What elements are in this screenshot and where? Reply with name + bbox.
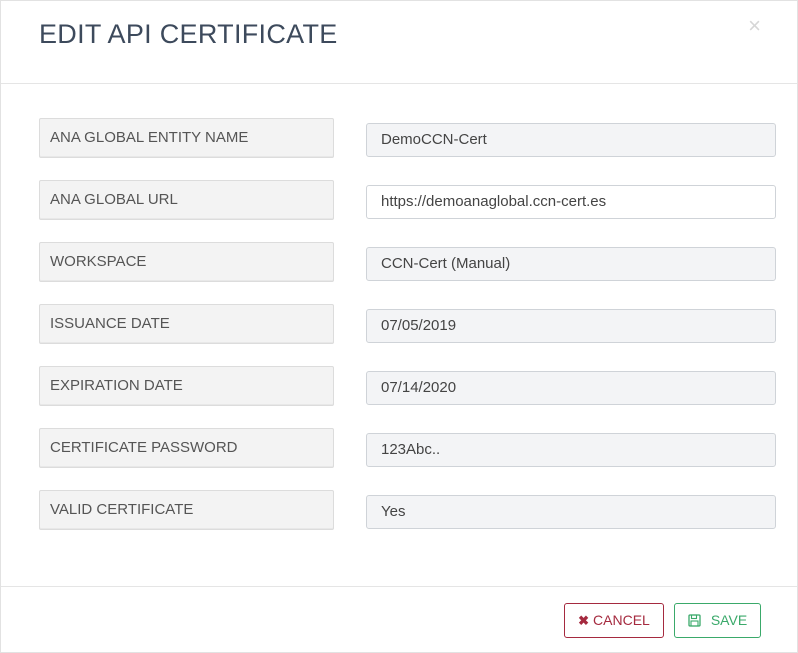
form-row-workspace: WORKSPACE CCN-Cert (Manual) <box>39 242 776 282</box>
valid-certificate-field: Yes <box>366 495 776 529</box>
edit-certificate-modal: EDIT API CERTIFICATE × ANA GLOBAL ENTITY… <box>0 0 798 653</box>
issuance-date-label: ISSUANCE DATE <box>39 304 334 344</box>
form-row-valid-certificate: VALID CERTIFICATE Yes <box>39 490 776 530</box>
expiration-date-label: EXPIRATION DATE <box>39 366 334 406</box>
url-input[interactable]: https://demoanaglobal.ccn-cert.es <box>366 185 776 219</box>
form-row-issuance-date: ISSUANCE DATE 07/05/2019 <box>39 304 776 344</box>
modal-footer: ✖ CANCEL SAVE <box>1 586 797 653</box>
save-button-label: SAVE <box>710 612 748 628</box>
modal-title: EDIT API CERTIFICATE <box>39 19 338 49</box>
form-row-expiration-date: EXPIRATION DATE 07/14/2020 <box>39 366 776 406</box>
form-row-url: ANA GLOBAL URL https://demoanaglobal.ccn… <box>39 180 776 220</box>
close-icon[interactable]: × <box>748 15 761 37</box>
cancel-button-label: CANCEL <box>593 612 650 628</box>
form-row-certificate-password: CERTIFICATE PASSWORD 123Abc.. <box>39 428 776 468</box>
save-button[interactable]: SAVE <box>674 603 761 638</box>
entity-name-field: DemoCCN-Cert <box>366 123 776 157</box>
entity-name-label: ANA GLOBAL ENTITY NAME <box>39 118 334 158</box>
valid-certificate-label: VALID CERTIFICATE <box>39 490 334 530</box>
url-label: ANA GLOBAL URL <box>39 180 334 220</box>
form-row-entity-name: ANA GLOBAL ENTITY NAME DemoCCN-Cert <box>39 118 776 158</box>
expiration-date-field: 07/14/2020 <box>366 371 776 405</box>
close-icon: ✖ <box>578 613 590 628</box>
workspace-field: CCN-Cert (Manual) <box>366 247 776 281</box>
cancel-button[interactable]: ✖ CANCEL <box>564 603 664 638</box>
save-icon <box>688 614 701 627</box>
modal-header: EDIT API CERTIFICATE × <box>1 1 797 84</box>
certificate-password-label: CERTIFICATE PASSWORD <box>39 428 334 468</box>
certificate-password-field: 123Abc.. <box>366 433 776 467</box>
issuance-date-field: 07/05/2019 <box>366 309 776 343</box>
workspace-label: WORKSPACE <box>39 242 334 282</box>
